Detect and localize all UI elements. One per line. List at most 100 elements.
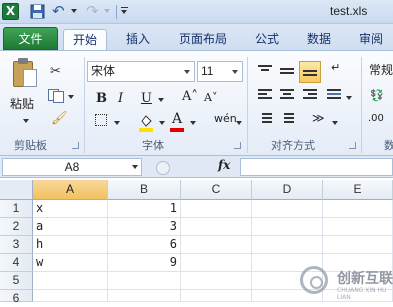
number-format-select[interactable]: 常规 — [369, 61, 393, 78]
cell-b6[interactable] — [108, 290, 181, 302]
underline-button[interactable]: U — [141, 91, 152, 106]
cell-b5[interactable] — [108, 272, 181, 290]
phonetic-guide-icon[interactable]: wén — [214, 112, 237, 125]
cell-c6[interactable] — [181, 290, 252, 302]
cell-d3[interactable] — [252, 236, 323, 254]
currency-format-icon[interactable]: 💱 — [370, 89, 384, 102]
increase-indent-icon[interactable] — [280, 113, 294, 125]
cell-e1[interactable] — [323, 200, 393, 218]
column-header-d[interactable]: D — [252, 180, 323, 200]
tab-file[interactable]: 文件 — [3, 27, 58, 50]
customize-toolbar-icon[interactable] — [120, 6, 129, 16]
name-box-dropdown-icon[interactable] — [132, 165, 138, 169]
name-box[interactable]: A8 — [2, 158, 142, 176]
align-right-icon[interactable] — [303, 89, 317, 101]
ribbon: 粘贴 ✂ 🖌 剪贴板 宋体 11 A˄ A˅ B I U A wén 字体 ↵ — [0, 50, 393, 156]
merge-dropdown-icon[interactable] — [346, 96, 352, 100]
column-header-a[interactable]: A — [33, 180, 108, 200]
orientation-dropdown-icon[interactable] — [332, 121, 338, 125]
font-size-select[interactable]: 11 — [197, 61, 243, 82]
align-top-icon[interactable] — [258, 65, 272, 77]
formula-bar-resize-handle[interactable] — [156, 161, 170, 175]
cell-a6[interactable] — [33, 290, 108, 302]
cell-a3[interactable]: h — [33, 236, 108, 254]
row-header-3[interactable]: 3 — [0, 236, 33, 254]
tab-home[interactable]: 开始 — [63, 29, 107, 50]
font-launcher-icon[interactable] — [234, 142, 241, 149]
cell-d1[interactable] — [252, 200, 323, 218]
cell-a5[interactable] — [33, 272, 108, 290]
cell-b2[interactable]: 3 — [108, 218, 181, 236]
watermark-logo-icon — [300, 266, 328, 294]
grow-font-icon[interactable]: A˄ — [182, 89, 198, 104]
border-dropdown-icon[interactable] — [114, 121, 120, 125]
orientation-icon[interactable]: ≫ — [312, 111, 325, 125]
cell-a4[interactable]: w — [33, 254, 108, 272]
cell-c2[interactable] — [181, 218, 252, 236]
cell-b4[interactable]: 9 — [108, 254, 181, 272]
excel-app-icon[interactable]: X — [2, 3, 19, 20]
cell-b1[interactable]: 1 — [108, 200, 181, 218]
copy-icon[interactable] — [48, 89, 64, 103]
fill-color-icon[interactable] — [139, 115, 153, 132]
select-all-corner[interactable] — [0, 180, 33, 200]
align-bottom-button[interactable] — [299, 61, 321, 83]
redo-dropdown-icon[interactable] — [104, 9, 110, 13]
underline-dropdown-icon[interactable] — [158, 98, 164, 102]
format-painter-icon[interactable]: 🖌 — [51, 111, 68, 126]
redo-icon[interactable]: ↷ — [86, 4, 101, 19]
align-center-icon[interactable] — [280, 89, 294, 101]
shrink-font-icon[interactable]: A˅ — [204, 91, 217, 104]
cell-e3[interactable] — [323, 236, 393, 254]
alignment-launcher-icon[interactable] — [349, 142, 356, 149]
cell-d2[interactable] — [252, 218, 323, 236]
italic-button[interactable]: I — [118, 91, 123, 106]
cut-icon[interactable]: ✂ — [50, 64, 61, 79]
tab-insert[interactable]: 插入 — [118, 29, 158, 50]
tab-data[interactable]: 数据 — [298, 29, 340, 50]
cell-c1[interactable] — [181, 200, 252, 218]
font-name-select[interactable]: 宋体 — [87, 61, 195, 82]
cell-c3[interactable] — [181, 236, 252, 254]
formula-input[interactable] — [240, 158, 393, 176]
save-icon[interactable] — [30, 4, 45, 19]
phonetic-dropdown-icon[interactable] — [236, 121, 242, 125]
cell-a1[interactable]: x — [33, 200, 108, 218]
column-header-c[interactable]: C — [181, 180, 252, 200]
clipboard-launcher-icon[interactable] — [72, 142, 79, 149]
merge-center-icon[interactable] — [327, 89, 341, 101]
row-header-1[interactable]: 1 — [0, 200, 33, 218]
column-header-b[interactable]: B — [108, 180, 181, 200]
paste-button[interactable]: 粘贴 — [10, 95, 34, 112]
tab-formulas[interactable]: 公式 — [246, 29, 288, 50]
paste-dropdown-icon[interactable] — [23, 119, 29, 123]
tab-review[interactable]: 审阅 — [350, 29, 392, 50]
undo-icon[interactable]: ↶ — [52, 4, 67, 19]
row-header-4[interactable]: 4 — [0, 254, 33, 272]
clipboard-group-label: 剪贴板 — [14, 139, 47, 152]
cell-c5[interactable] — [181, 272, 252, 290]
decimal-format-icon[interactable]: .00 — [368, 113, 384, 124]
cell-a2[interactable]: a — [33, 218, 108, 236]
cell-e2[interactable] — [323, 218, 393, 236]
insert-function-icon[interactable]: fx — [218, 158, 230, 172]
bold-button[interactable]: B — [96, 91, 107, 106]
row-header-6[interactable]: 6 — [0, 290, 33, 305]
decrease-indent-icon[interactable] — [258, 113, 272, 125]
border-icon[interactable] — [95, 114, 107, 126]
align-left-icon[interactable] — [258, 89, 272, 101]
tab-page-layout[interactable]: 页面布局 — [168, 29, 238, 50]
undo-dropdown-icon[interactable] — [71, 9, 77, 13]
wrap-text-icon[interactable]: ↵ — [331, 61, 340, 74]
column-header-e[interactable]: E — [323, 180, 393, 200]
fill-color-dropdown-icon[interactable] — [159, 121, 165, 125]
align-middle-icon[interactable] — [280, 65, 294, 77]
row-header-5[interactable]: 5 — [0, 272, 33, 290]
row-header-2[interactable]: 2 — [0, 218, 33, 236]
font-color-icon[interactable]: A — [172, 111, 182, 127]
copy-dropdown-icon[interactable] — [68, 95, 74, 99]
cell-c4[interactable] — [181, 254, 252, 272]
font-color-dropdown-icon[interactable] — [190, 121, 196, 125]
cell-b3[interactable]: 6 — [108, 236, 181, 254]
paste-icon[interactable] — [11, 57, 39, 89]
